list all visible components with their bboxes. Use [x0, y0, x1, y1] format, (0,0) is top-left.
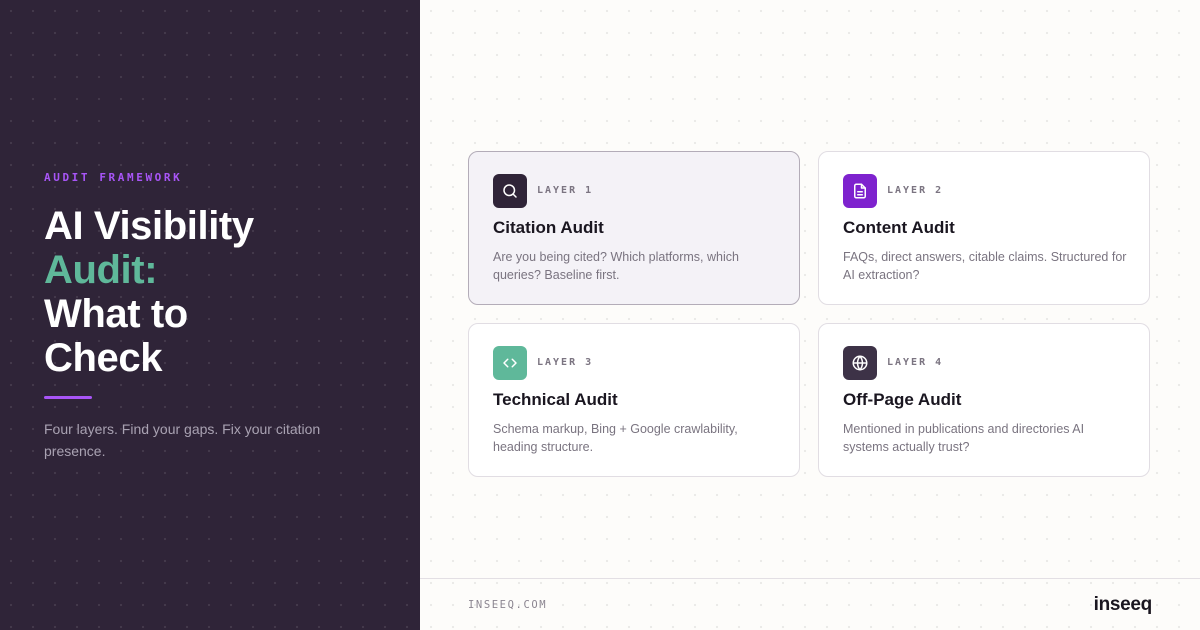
card-title: Off-Page Audit: [843, 390, 962, 409]
content-panel: [420, 0, 1200, 630]
page-title-line-4: Check: [44, 336, 163, 380]
brand-logo[interactable]: inseeq: [1094, 594, 1153, 616]
document-icon: [843, 174, 877, 208]
footer-divider: [420, 578, 1200, 579]
page-title-line-1: AI Visibility: [44, 204, 254, 248]
layer-label: LAYER 3: [537, 357, 594, 368]
card-title: Citation Audit: [493, 218, 604, 237]
globe-icon: [843, 346, 877, 380]
audit-card-offpage[interactable]: LAYER 4 Off-Page Audit Mentioned in publ…: [818, 323, 1150, 477]
audit-card-citation[interactable]: LAYER 1 Citation Audit Are you being cit…: [468, 151, 800, 305]
card-description: Are you being cited? Which platforms, wh…: [493, 250, 739, 282]
layer-label: LAYER 1: [537, 185, 594, 196]
page-subtitle: Four layers. Find your gaps. Fix your ci…: [44, 421, 321, 459]
footer-url[interactable]: INSEEQ.COM: [468, 599, 547, 611]
layer-label: LAYER 2: [887, 185, 944, 196]
card-description: Mentioned in publications and directorie…: [843, 422, 1085, 454]
card-title: Technical Audit: [493, 390, 618, 409]
page-title-line-2: Audit:: [44, 248, 158, 292]
audit-card-content[interactable]: LAYER 2 Content Audit FAQs, direct answe…: [818, 151, 1150, 305]
card-description: Schema markup, Bing + Google crawlabilit…: [493, 422, 738, 454]
hero-panel: AUDIT FRAMEWORK AI Visibility Audit: Wha…: [0, 0, 420, 630]
title-divider: [44, 396, 92, 399]
layer-label: LAYER 4: [887, 357, 944, 368]
card-description: FAQs, direct answers, citable claims. St…: [843, 250, 1127, 282]
eyebrow-label: AUDIT FRAMEWORK: [44, 171, 183, 184]
page-title: AI Visibility Audit: What to Check: [44, 204, 254, 380]
audit-card-technical[interactable]: LAYER 3 Technical Audit Schema markup, B…: [468, 323, 800, 477]
code-icon: [493, 346, 527, 380]
page-title-line-3: What to: [44, 292, 188, 336]
search-icon: [493, 174, 527, 208]
card-title: Content Audit: [843, 218, 955, 237]
